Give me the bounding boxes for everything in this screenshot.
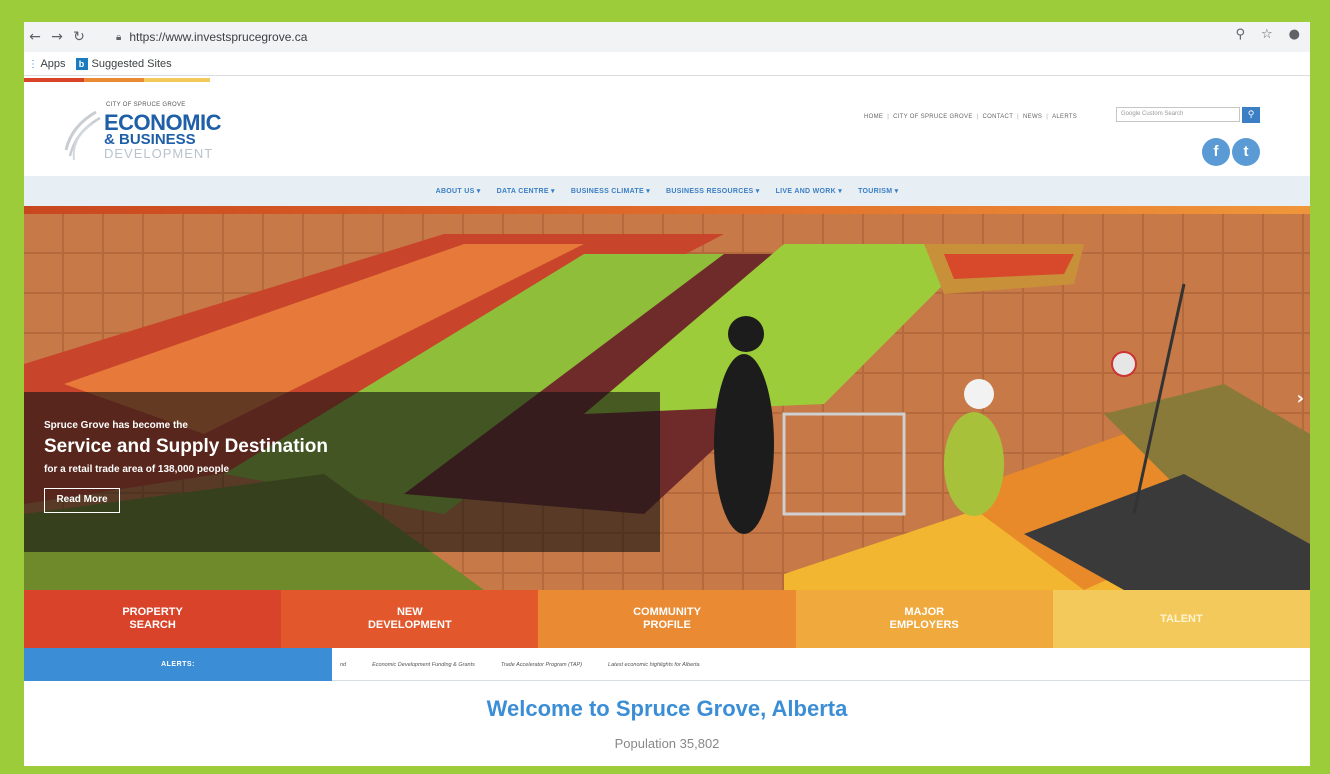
bookmark-apps[interactable]: ⋮ Apps: [28, 58, 66, 70]
toplink-alerts[interactable]: ALERTS: [1052, 114, 1077, 120]
hero-headline: Service and Supply Destination: [44, 436, 329, 457]
tile-talent[interactable]: TALENT: [1052, 590, 1310, 648]
alert-item[interactable]: Trade Accelerator Program (TAP): [501, 662, 582, 668]
hero-intro-text: Spruce Grove has become the: [44, 420, 188, 431]
apps-icon: ⋮: [28, 58, 38, 70]
back-icon[interactable]: ←: [24, 29, 46, 45]
nav-business-resources[interactable]: BUSINESS RESOURCES ▾: [666, 187, 760, 195]
nav-tourism[interactable]: TOURISM ▾: [858, 187, 898, 195]
chevron-right-icon[interactable]: ›: [1297, 388, 1304, 409]
hero-caption: Spruce Grove has become the Service and …: [24, 392, 660, 552]
forward-icon[interactable]: →: [46, 29, 68, 45]
bookmarks-bar: ⋮ Apps b Suggested Sites: [24, 52, 1310, 76]
tile-new-development[interactable]: NEW DEVELOPMENT: [281, 590, 539, 648]
alerts-bar: ALERTS: nd Economic Development Funding …: [24, 648, 1310, 681]
star-icon[interactable]: ☆: [1261, 27, 1273, 42]
lock-icon: 🔒︎: [116, 31, 122, 43]
toplink-contact[interactable]: CONTACT: [983, 114, 1014, 120]
site-logo[interactable]: CITY OF SPRUCE GROVE ECONOMIC & BUSINESS…: [62, 102, 222, 162]
zoom-icon[interactable]: ⚲: [1235, 27, 1245, 42]
alert-item[interactable]: Economic Development Funding & Grants: [372, 662, 475, 668]
main-nav: ABOUT US ▾ DATA CENTRE ▾ BUSINESS CLIMAT…: [24, 176, 1310, 206]
orange-divider: [24, 206, 1310, 214]
toplink-home[interactable]: HOME: [864, 114, 883, 120]
hero-subtext: for a retail trade area of 138,000 peopl…: [44, 464, 230, 475]
url-field[interactable]: 🔒︎ https://www.investsprucegrove.ca: [116, 27, 1206, 47]
logo-swoosh-icon: [64, 110, 101, 161]
browser-window: ← → ↻ 🔒︎ https://www.investsprucegrove.c…: [24, 22, 1310, 766]
address-bar: ← → ↻ 🔒︎ https://www.investsprucegrove.c…: [24, 22, 1310, 52]
reload-icon[interactable]: ↻: [68, 29, 90, 45]
welcome-heading: Welcome to Spruce Grove, Alberta: [486, 696, 848, 721]
alerts-label: ALERTS:: [24, 648, 332, 681]
alert-item[interactable]: nd: [340, 662, 346, 668]
hero-slider: Spruce Grove has become the Service and …: [24, 214, 1310, 590]
tile-community-profile[interactable]: COMMUNITY PROFILE: [538, 590, 796, 648]
logo-city-text: CITY OF SPRUCE GROVE: [106, 102, 186, 108]
nav-about-us[interactable]: ABOUT US ▾: [436, 187, 481, 195]
quick-links: PROPERTY SEARCH NEW DEVELOPMENT COMMUNIT…: [24, 590, 1310, 648]
alerts-ticker: nd Economic Development Funding & Grants…: [340, 648, 700, 681]
toplink-news[interactable]: NEWS: [1023, 114, 1042, 120]
search-button[interactable]: ⚲: [1242, 107, 1260, 123]
alert-item[interactable]: Latest economic highlights for Alberta: [608, 662, 700, 668]
read-more-button[interactable]: Read More: [44, 488, 120, 513]
facebook-icon[interactable]: f: [1202, 138, 1230, 166]
site-header: CITY OF SPRUCE GROVE ECONOMIC & BUSINESS…: [24, 82, 1310, 176]
nav-data-centre[interactable]: DATA CENTRE ▾: [497, 187, 555, 195]
toplink-city[interactable]: CITY OF SPRUCE GROVE: [893, 114, 973, 120]
search-icon: ⚲: [1247, 110, 1255, 120]
search-input[interactable]: Google Custom Search: [1116, 107, 1240, 122]
profile-icon[interactable]: ●: [1289, 27, 1300, 42]
bookmark-suggested-sites[interactable]: b Suggested Sites: [75, 57, 172, 70]
url-text: https://www.investsprucegrove.ca: [129, 30, 308, 44]
logo-development-text: DEVELOPMENT: [104, 146, 214, 161]
population-text: Population 35,802: [614, 736, 720, 751]
tile-major-employers[interactable]: MAJOR EMPLOYERS: [795, 590, 1053, 648]
nav-live-and-work[interactable]: LIVE AND WORK ▾: [776, 187, 842, 195]
top-links: HOME | CITY OF SPRUCE GROVE | CONTACT | …: [864, 114, 1078, 120]
twitter-icon[interactable]: t: [1232, 138, 1260, 166]
nav-business-climate[interactable]: BUSINESS CLIMATE ▾: [571, 187, 650, 195]
bing-icon: b: [75, 57, 88, 70]
tile-property-search[interactable]: PROPERTY SEARCH: [24, 590, 282, 648]
